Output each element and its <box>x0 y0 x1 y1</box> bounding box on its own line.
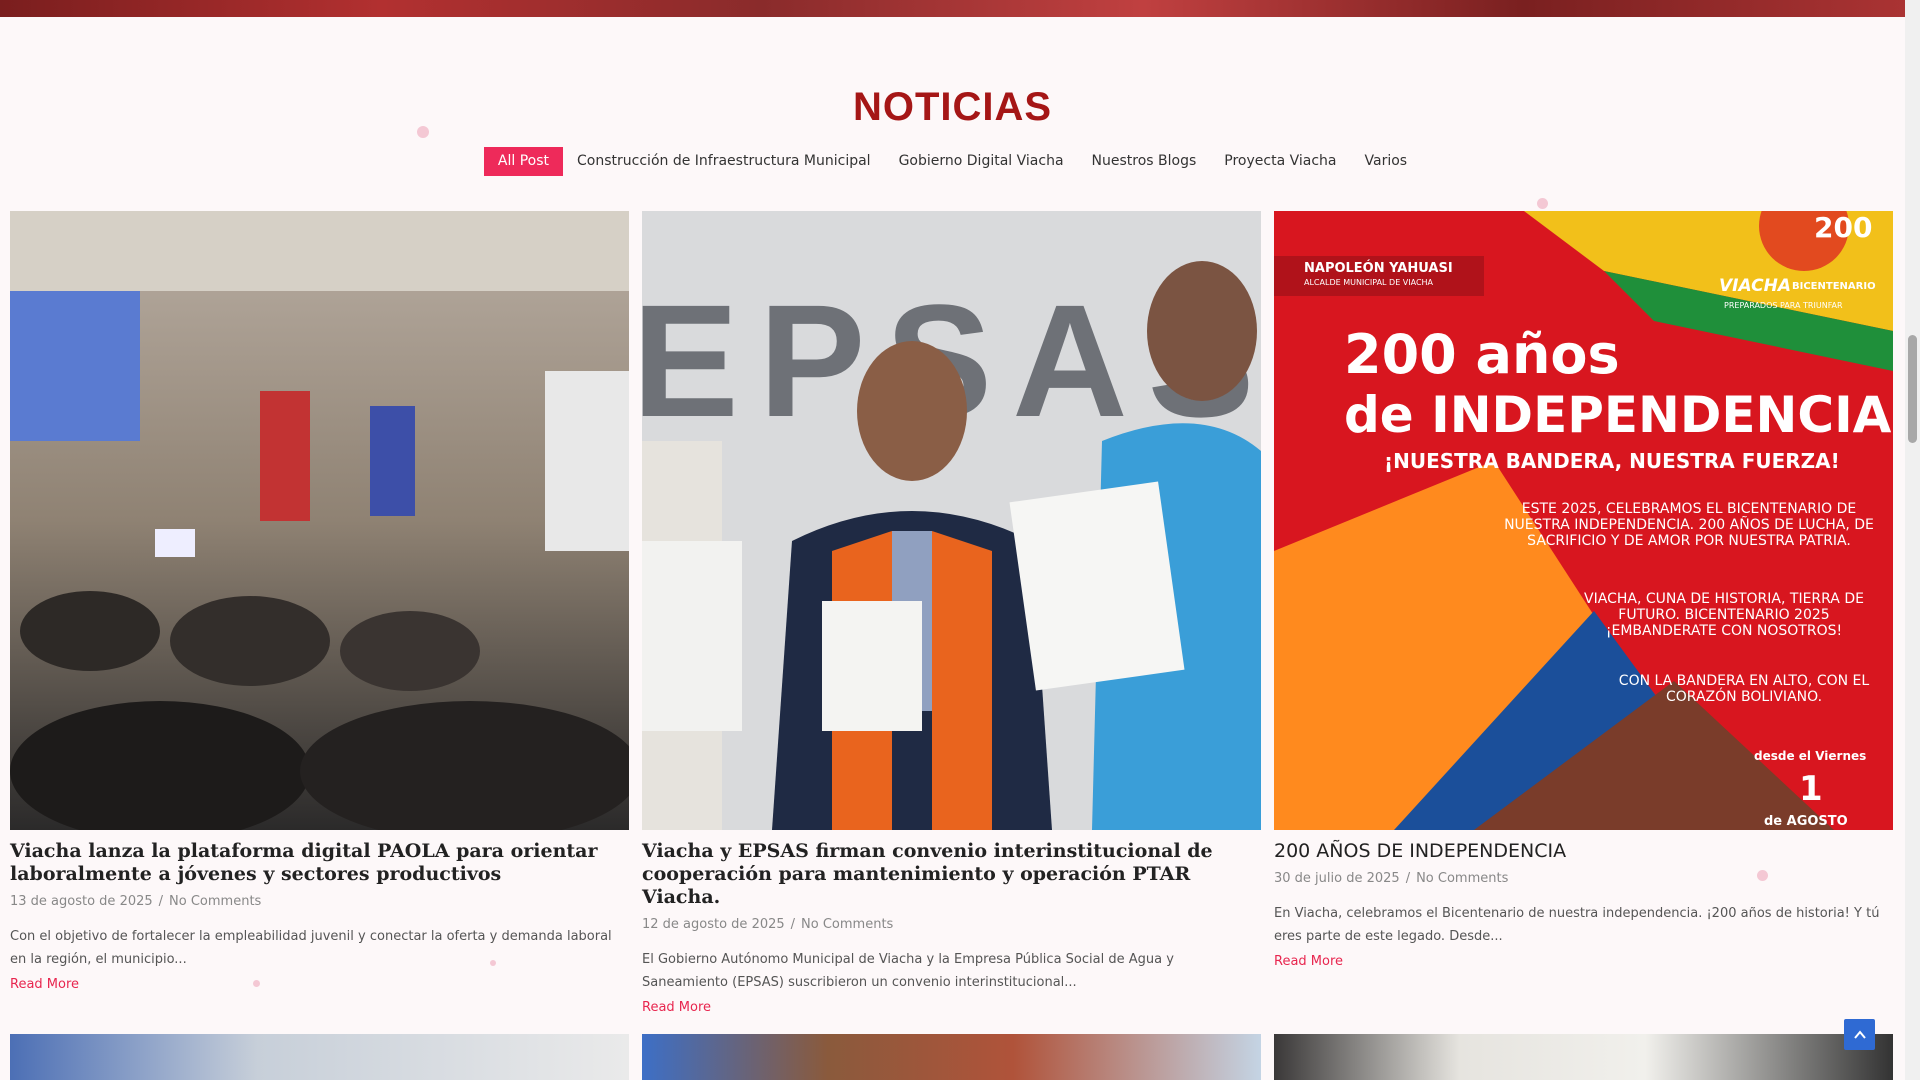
post-card: EPSAS Viacha y EPSAS firman convenio int… <box>642 211 1261 1015</box>
poster-name: NAPOLEÓN YAHUASI <box>1304 261 1453 276</box>
post-date: 30 de julio de 2025 <box>1274 871 1400 886</box>
post-image[interactable] <box>642 1034 1261 1080</box>
poster-slogan: ¡NUESTRA BANDERA, NUESTRA FUERZA! <box>1384 449 1840 473</box>
post-date: 12 de agosto de 2025 <box>642 917 785 932</box>
poster-month: de AGOSTO <box>1764 814 1848 829</box>
post-image[interactable] <box>10 1034 629 1080</box>
scroll-to-top-button[interactable] <box>1844 1019 1875 1050</box>
post-image[interactable] <box>1274 1034 1893 1080</box>
category-filter-bar: All Post Construcción de Infraestructura… <box>0 147 1905 176</box>
post-meta: 12 de agosto de 2025/No Comments <box>642 917 894 932</box>
post-excerpt: El Gobierno Autónomo Municipal de Viacha… <box>642 952 1174 990</box>
post-comments-link[interactable]: No Comments <box>1416 871 1508 886</box>
post-comments-link[interactable]: No Comments <box>801 917 893 932</box>
poster-brand: VIACHA <box>1719 276 1791 296</box>
poster-brand-tag: PREPARADOS PARA TRIUNFAR <box>1724 301 1843 310</box>
filter-nuestros-blogs[interactable]: Nuestros Blogs <box>1078 147 1211 176</box>
poster-headline-2: de INDEPENDENCIA <box>1344 386 1892 444</box>
post-title[interactable]: Viacha y EPSAS firman convenio interinst… <box>642 840 1261 909</box>
chevron-up-icon <box>1853 1029 1866 1039</box>
post-date: 13 de agosto de 2025 <box>10 894 153 909</box>
post-image[interactable]: EPSAS <box>642 211 1261 830</box>
poster-bullet-1: ESTE 2025, CELEBRAMOS EL BICENTENARIO DE… <box>1504 501 1874 549</box>
filter-proyecta-viacha[interactable]: Proyecta Viacha <box>1210 147 1350 176</box>
scrollbar-thumb[interactable] <box>1908 335 1917 443</box>
read-more-link[interactable]: Read More <box>1274 954 1893 969</box>
poster-brand-sub: BICENTENARIO <box>1792 281 1876 292</box>
poster-day: 1 <box>1799 769 1823 809</box>
section-title: NOTICIAS <box>852 85 1053 130</box>
poster-bullet-2: VIACHA, CUNA DE HISTORIA, TIERRA DE FUTU… <box>1584 591 1864 639</box>
poster-date-label: desde el Viernes <box>1754 749 1867 763</box>
scrollbar[interactable] <box>1905 0 1920 1080</box>
top-banner-image <box>0 0 1905 17</box>
post-comments-link[interactable]: No Comments <box>169 894 261 909</box>
post-title[interactable]: Viacha lanza la plataforma digital PAOLA… <box>10 840 629 886</box>
filter-construccion[interactable]: Construcción de Infraestructura Municipa… <box>563 147 885 176</box>
filter-all-post[interactable]: All Post <box>483 147 564 176</box>
post-card: Viacha lanza la plataforma digital PAOLA… <box>10 211 629 992</box>
read-more-link[interactable]: Read More <box>10 977 629 992</box>
poster-headline-1: 200 años <box>1344 323 1620 386</box>
filter-varios[interactable]: Varios <box>1351 147 1422 176</box>
post-card: NAPOLEÓN YAHUASI ALCALDE MUNICIPAL DE VI… <box>1274 211 1893 969</box>
decorative-dot <box>1537 198 1548 209</box>
post-image[interactable]: NAPOLEÓN YAHUASI ALCALDE MUNICIPAL DE VI… <box>1274 211 1893 830</box>
post-meta: 13 de agosto de 2025/No Comments <box>10 894 262 909</box>
post-excerpt: Con el objetivo de fortalecer la empleab… <box>10 929 612 967</box>
read-more-link[interactable]: Read More <box>642 1000 1261 1015</box>
poster-bullet-3: CON LA BANDERA EN ALTO, CON EL CORAZÓN B… <box>1618 673 1870 705</box>
post-title[interactable]: 200 AÑOS DE INDEPENDENCIA <box>1274 840 1893 863</box>
filter-gobierno-digital[interactable]: Gobierno Digital Viacha <box>885 147 1078 176</box>
post-excerpt: En Viacha, celebramos el Bicentenario de… <box>1274 906 1880 944</box>
post-meta: 30 de julio de 2025/No Comments <box>1274 871 1509 886</box>
poster-role: ALCALDE MUNICIPAL DE VIACHA <box>1304 278 1434 287</box>
post-image[interactable] <box>10 211 629 830</box>
poster-badge: 200 <box>1814 211 1873 244</box>
